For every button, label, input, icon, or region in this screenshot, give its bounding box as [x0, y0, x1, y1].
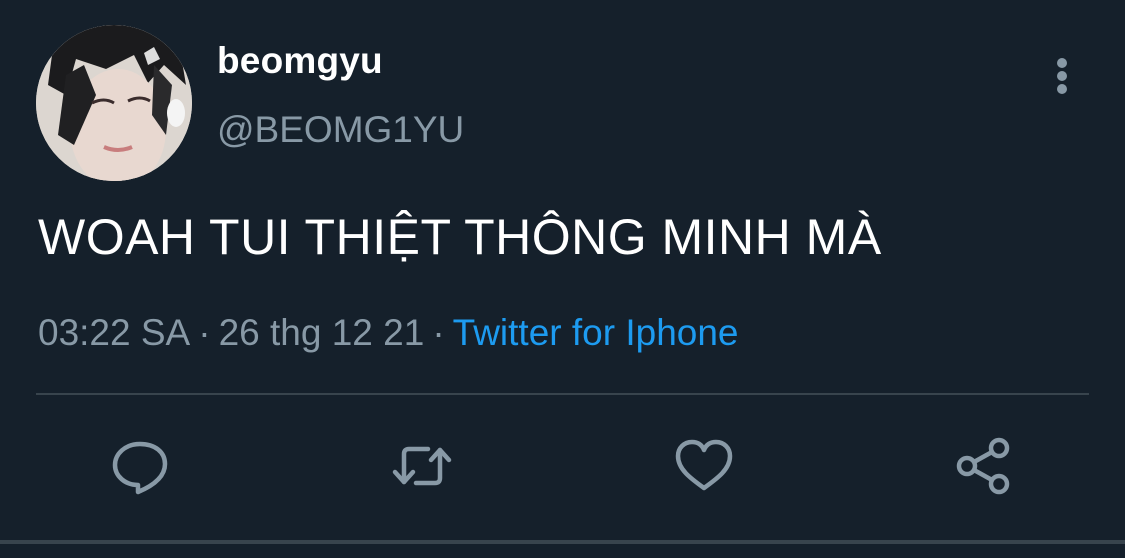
share-icon [956, 437, 1010, 495]
retweet-icon [392, 446, 452, 486]
tweet-time[interactable]: 03:22 SA [38, 312, 190, 353]
like-button[interactable] [672, 434, 736, 498]
separator-dot: · [198, 312, 211, 353]
retweet-button[interactable] [390, 434, 454, 498]
tweet-meta: 03:22 SA · 26 thg 12 21 · Twitter for Iphone [38, 309, 739, 357]
tweet-source-link[interactable]: Twitter for Iphone [453, 312, 739, 353]
reply-icon [112, 441, 168, 495]
separator-dot: · [432, 312, 445, 353]
divider [0, 540, 1125, 544]
avatar-image [36, 25, 192, 181]
display-name[interactable]: beomgyu [217, 37, 383, 85]
user-handle[interactable]: @BEOMG1YU [217, 106, 464, 154]
tweet-date[interactable]: 26 thg 12 21 [219, 312, 425, 353]
avatar[interactable] [36, 25, 192, 181]
tweet-text: WOAH TUI THIỆT THÔNG MINH MÀ [38, 209, 882, 265]
divider [36, 393, 1089, 395]
tweet-card: beomgyu @BEOMG1YU WOAH TUI THIỆT THÔNG M… [0, 0, 1125, 558]
more-options-button[interactable] [1044, 50, 1080, 100]
reply-button[interactable] [108, 434, 172, 498]
heart-icon [675, 439, 733, 491]
share-button[interactable] [953, 434, 1017, 498]
